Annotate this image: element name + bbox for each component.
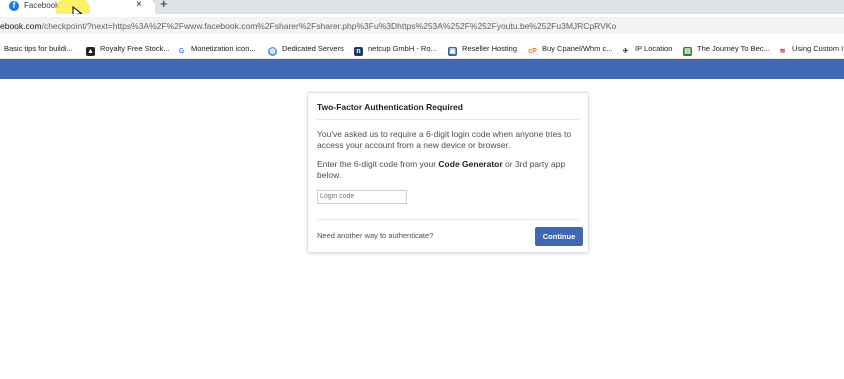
- tab-strip: f Facebook × +: [0, 0, 844, 14]
- bookmark-item[interactable]: ▲ Royalty Free Stock...: [86, 43, 170, 56]
- divider: [317, 119, 579, 120]
- journey-icon: ▤: [683, 47, 692, 56]
- bookmark-item[interactable]: Basic tips for buildi...: [4, 43, 73, 54]
- dialog-instructions: Enter the 6-digit code from your Code Ge…: [317, 159, 579, 181]
- bookmark-item[interactable]: ▣ Reseller Hosting: [448, 43, 518, 56]
- another-way-link[interactable]: Need another way to authenticate?: [317, 231, 433, 240]
- bookmark-label: Reseller Hosting: [462, 44, 518, 53]
- bookmark-item[interactable]: ◍ Dedicated Servers: [268, 43, 344, 56]
- login-code-input[interactable]: [317, 190, 407, 204]
- netcup-icon: n: [354, 47, 363, 56]
- bookmark-label: IP Location: [635, 44, 673, 53]
- two-factor-dialog: Two-Factor Authentication Required You'v…: [307, 92, 589, 253]
- hosting-icon: ▣: [448, 47, 457, 56]
- instructions-text: Enter the 6-digit code from your: [317, 159, 439, 169]
- bookmark-item[interactable]: ✈ IP Location: [621, 43, 673, 55]
- bookmark-label: Using Custom I: [792, 44, 844, 53]
- bookmark-label: Royalty Free Stock...: [100, 44, 170, 53]
- bookmark-label: Buy Cpanel/Whm c...: [542, 44, 613, 53]
- custom-icon: ≋: [779, 48, 786, 55]
- facebook-icon: f: [9, 1, 19, 11]
- bookmark-item[interactable]: ≋ Using Custom I: [778, 43, 844, 55]
- ip-location-icon: ✈: [622, 48, 629, 55]
- new-tab-button[interactable]: +: [160, 0, 168, 11]
- bookmark-item[interactable]: ▤ The Journey To Bec...: [683, 43, 770, 56]
- bookmark-label: Monetization icon...: [191, 44, 256, 53]
- url-path: /checkpoint/?next=https%3A%2F%2Fwww.face…: [41, 21, 617, 31]
- bookmark-item[interactable]: cP Buy Cpanel/Whm c...: [528, 43, 613, 55]
- facebook-header-bar: [0, 59, 844, 79]
- bookmark-item[interactable]: G Monetization icon...: [177, 43, 256, 55]
- url-text[interactable]: ebook.com/checkpoint/?next=https%3A%2F%2…: [0, 21, 616, 31]
- url-field[interactable]: ebook.com/checkpoint/?next=https%3A%2F%2…: [0, 17, 844, 34]
- bookmarks-bar: Basic tips for buildi... ▲ Royalty Free S…: [0, 38, 844, 59]
- bookmark-label: The Journey To Bec...: [697, 44, 770, 53]
- tab-title: Facebook: [24, 1, 60, 10]
- address-bar: ebook.com/checkpoint/?next=https%3A%2F%2…: [0, 14, 844, 38]
- bookmark-label: Dedicated Servers: [282, 44, 344, 53]
- dialog-description: You've asked us to require a 6-digit log…: [317, 129, 572, 150]
- globe-icon: ◍: [268, 47, 277, 56]
- close-tab-icon[interactable]: ×: [136, 0, 142, 11]
- dialog-title: Two-Factor Authentication Required: [317, 102, 463, 112]
- url-host: ebook.com: [0, 21, 42, 31]
- cpanel-icon: cP: [528, 48, 537, 55]
- bookmark-label: Basic tips for buildi...: [4, 44, 73, 53]
- code-generator-text: Code Generator: [438, 159, 503, 169]
- continue-button[interactable]: Continue: [535, 227, 583, 246]
- triangle-logo-icon: ▲: [86, 47, 95, 56]
- google-icon: G: [178, 48, 185, 55]
- bookmark-label: netcup GmbH - Ro...: [368, 44, 437, 53]
- bookmark-item[interactable]: n netcup GmbH - Ro...: [354, 43, 437, 56]
- divider: [317, 219, 579, 220]
